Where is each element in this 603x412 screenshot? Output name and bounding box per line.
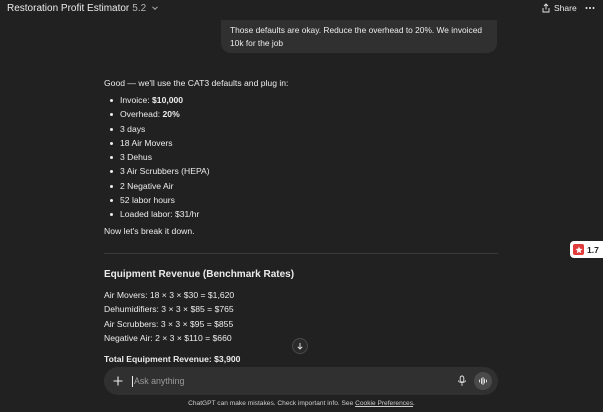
list-item: 52 labor hours — [104, 193, 210, 207]
list-item: 2 Negative Air — [104, 179, 210, 193]
prompt-input[interactable] — [134, 373, 434, 389]
cookie-preferences-link[interactable]: Cookie Preferences — [355, 400, 413, 407]
share-label: Share — [554, 3, 577, 13]
list-item: Negative Air: 2 × 3 × $110 = $660 — [104, 332, 232, 343]
chevron-down-icon — [152, 6, 158, 11]
microphone-icon[interactable] — [456, 375, 468, 387]
share-button[interactable]: Share — [541, 3, 577, 13]
list-item: 3 Dehus — [104, 150, 210, 164]
more-options-icon[interactable] — [584, 2, 596, 14]
composer — [104, 367, 498, 395]
section-heading: Equipment Revenue (Benchmark Rates) — [104, 269, 295, 280]
section-divider — [104, 253, 498, 254]
list-item: Overhead: 20% — [104, 107, 210, 121]
star-icon — [573, 244, 584, 255]
list-item: Loaded labor: $31/hr — [104, 207, 210, 221]
rating-badge[interactable]: 1.7 — [570, 241, 603, 258]
list-item: Air Movers: 18 × 3 × $30 = $1,620 — [104, 290, 235, 300]
app-title: Restoration Profit Estimator — [7, 3, 130, 14]
plus-icon[interactable] — [112, 375, 124, 387]
top-bar: Restoration Profit Estimator 5.2 Share — [0, 0, 603, 20]
voice-mode-button[interactable] — [474, 372, 492, 390]
user-message-bubble: Those defaults are okay. Reduce the over… — [221, 20, 497, 53]
list-item: Invoice: $10,000 — [104, 93, 210, 107]
disclaimer: ChatGPT can make mistakes. Check importa… — [188, 400, 415, 407]
list-item: 18 Air Movers — [104, 136, 210, 150]
model-selector[interactable]: Restoration Profit Estimator 5.2 — [7, 3, 159, 14]
list-item: Dehumidifiers: 3 × 3 × $85 = $765 — [104, 304, 234, 315]
parameter-list: Invoice: $10,000 Overhead: 20% 3 days 18… — [104, 93, 210, 222]
total-equipment-revenue: Total Equipment Revenue: $3,900 — [104, 354, 241, 364]
list-item: 3 Air Scrubbers (HEPA) — [104, 164, 210, 178]
share-icon — [542, 3, 550, 13]
model-version: 5.2 — [132, 3, 147, 14]
list-item: 3 days — [104, 122, 210, 136]
list-item: Air Scrubbers: 3 × 3 × $95 = $855 — [104, 318, 234, 329]
waveform-icon — [479, 377, 487, 385]
assistant-intro: Good — we'll use the CAT3 defaults and p… — [104, 78, 289, 88]
equipment-calculations: Air Movers: 18 × 3 × $30 = $1,620 Dehumi… — [104, 288, 234, 345]
scroll-down-button[interactable] — [292, 338, 308, 354]
assistant-outro: Now let's break it down. — [104, 226, 195, 236]
rating-value: 1.7 — [587, 244, 599, 255]
text-caret — [132, 376, 133, 387]
arrow-down-icon — [297, 343, 303, 350]
